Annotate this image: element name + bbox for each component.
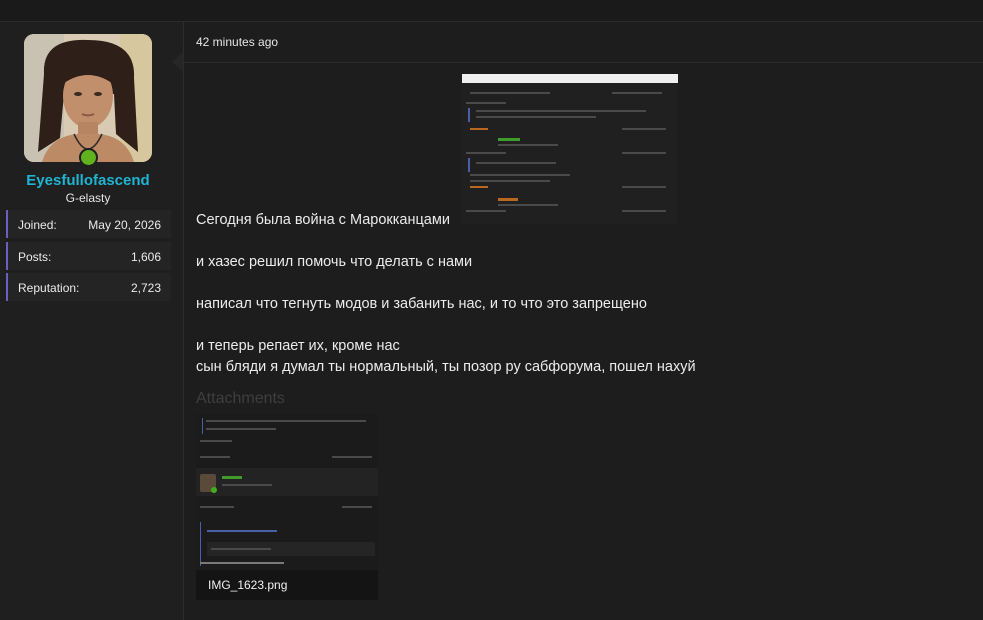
user-sidebar: Eyesfullofascend G-elasty Joined: May 20… xyxy=(0,22,184,620)
stat-label: Joined: xyxy=(18,218,57,232)
stat-label: Posts: xyxy=(18,250,52,264)
post-timestamp-link[interactable]: 42 minutes ago xyxy=(196,35,278,49)
post-pointer-arrow xyxy=(172,52,183,72)
stat-label: Reputation: xyxy=(18,281,80,295)
message-paragraph: Сегодня была война с Марокканцами xyxy=(196,212,450,228)
avatar-photo xyxy=(24,34,152,162)
stat-value[interactable]: 1,606 xyxy=(131,250,161,264)
post-body: 42 minutes ago Сегодня была война с Маро… xyxy=(184,22,983,620)
screenshot-status-bar xyxy=(462,74,678,83)
message-paragraph: и хазес решил помочь что делать с нами xyxy=(196,254,473,270)
attachment-filename[interactable]: IMG_1623.png xyxy=(208,578,287,592)
attachments-heading: Attachments xyxy=(196,390,285,407)
message-paragraph: сын бляди я думал ты нормальный, ты позо… xyxy=(196,359,696,375)
post-header: 42 minutes ago xyxy=(184,22,983,63)
top-bar xyxy=(0,0,983,22)
attachment-thumbnail[interactable]: IMG_1623.png xyxy=(196,414,378,600)
stat-reputation: Reputation: 2,723 xyxy=(6,273,171,301)
embedded-screenshot-image[interactable] xyxy=(462,74,678,224)
user-title: G-elasty xyxy=(65,191,111,205)
stat-joined: Joined: May 20, 2026 xyxy=(6,210,171,238)
stat-value: May 20, 2026 xyxy=(88,218,161,232)
attachment-filename-bar[interactable]: IMG_1623.png xyxy=(196,570,378,600)
username-link[interactable]: Eyesfullofascend xyxy=(0,172,176,189)
stat-posts: Posts: 1,606 xyxy=(6,242,171,270)
message-paragraph: написал что тегнуть модов и забанить нас… xyxy=(196,296,647,312)
avatar[interactable] xyxy=(24,34,152,162)
message-paragraph: и теперь репает их, кроме нас xyxy=(196,338,400,354)
stat-value[interactable]: 2,723 xyxy=(131,281,161,295)
online-status-indicator xyxy=(79,148,98,167)
